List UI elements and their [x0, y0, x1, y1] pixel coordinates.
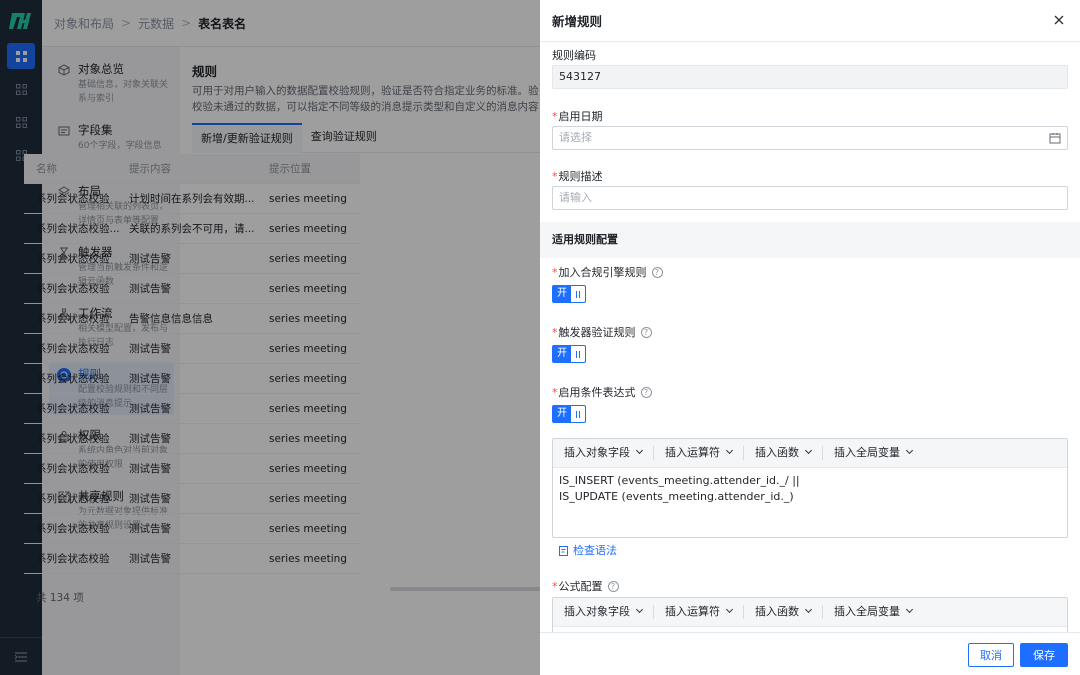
insert-field-dropdown[interactable]: 插入对象字段 — [553, 446, 654, 460]
check-syntax-link[interactable]: 检查语法 — [558, 542, 617, 558]
insert-function-label: 插入函数 — [755, 605, 799, 618]
editor-toolbar: 插入对象字段 插入运算符 插入函数 插入全局变量 — [553, 439, 1067, 468]
check-syntax-label: 检查语法 — [573, 544, 617, 557]
drawer-footer: 取消 保存 — [540, 632, 1080, 675]
insert-function-dropdown[interactable]: 插入函数 — [744, 605, 823, 619]
help-icon[interactable]: ? — [640, 327, 652, 338]
toggle-knob-icon — [571, 346, 585, 362]
insert-operator-label: 插入运算符 — [665, 605, 720, 618]
start-date-placeholder: 请选择 — [559, 131, 592, 144]
chevron-down-icon — [905, 446, 914, 455]
trigger-validation-toggle[interactable]: 开 — [552, 345, 586, 363]
drawer-header: 新增规则 — [540, 0, 1080, 42]
insert-global-var-dropdown[interactable]: 插入全局变量 — [823, 446, 923, 460]
insert-global-var-label: 插入全局变量 — [834, 605, 900, 618]
rule-desc-placeholder: 请输入 — [559, 191, 592, 204]
start-date-picker[interactable]: 请选择 — [552, 126, 1068, 150]
rule-code-label: 规则编码 — [552, 49, 596, 62]
editor-toolbar: 插入对象字段 插入运算符 插入函数 插入全局变量 — [553, 598, 1067, 627]
app-window: 对象和布局 > 元数据 > 表名表名 对象总览 基础信息，对象关联关系与索引 字… — [0, 0, 1080, 675]
toggle-knob-icon — [571, 286, 585, 302]
help-icon[interactable]: ? — [651, 267, 663, 278]
chevron-down-icon — [804, 605, 813, 614]
chevron-down-icon — [725, 446, 734, 455]
insert-field-dropdown[interactable]: 插入对象字段 — [553, 605, 654, 619]
insert-field-label: 插入对象字段 — [564, 605, 630, 618]
compliance-engine-toggle[interactable]: 开 — [552, 285, 586, 303]
toggle-on-text: 开 — [553, 286, 571, 302]
insert-operator-dropdown[interactable]: 插入运算符 — [654, 446, 744, 460]
trigger-toggle-label: *触发器验证规则? — [552, 324, 652, 340]
formula-label: *公式配置? — [552, 578, 619, 594]
insert-operator-label: 插入运算符 — [665, 446, 720, 459]
expression-text[interactable]: IS_INSERT (events_meeting.attender_id._/… — [553, 468, 1067, 510]
insert-field-label: 插入对象字段 — [564, 446, 630, 459]
toggle-knob-icon — [571, 406, 585, 422]
condition-expression-editor[interactable]: 插入对象字段 插入运算符 插入函数 插入全局变量 IS_INSERT (even… — [552, 438, 1068, 538]
condition-toggle-label: *启用条件表达式? — [552, 384, 652, 400]
help-icon[interactable]: ? — [640, 387, 652, 398]
rule-desc-input[interactable]: 请输入 — [552, 186, 1068, 210]
calendar-icon — [1049, 133, 1061, 144]
condition-expression-toggle[interactable]: 开 — [552, 405, 586, 423]
drawer-title: 新增规则 — [552, 14, 603, 29]
expression-line: IS_UPDATE (events_meeting.attender_id._) — [559, 490, 794, 503]
cancel-button[interactable]: 取消 — [968, 643, 1014, 667]
modal-overlay[interactable] — [0, 0, 540, 675]
rule-desc-label: *规则描述 — [552, 170, 603, 183]
chevron-down-icon — [804, 446, 813, 455]
chevron-down-icon — [635, 446, 644, 455]
close-icon[interactable] — [1052, 13, 1066, 27]
expression-line: IS_INSERT (events_meeting.attender_id._/… — [559, 474, 800, 487]
chevron-down-icon — [635, 605, 644, 614]
insert-global-var-dropdown[interactable]: 插入全局变量 — [823, 605, 923, 619]
toggle-on-text: 开 — [553, 346, 571, 362]
insert-global-var-label: 插入全局变量 — [834, 446, 900, 459]
formula-label-text: 公式配置 — [558, 580, 603, 593]
start-date-label-text: 启用日期 — [558, 110, 603, 123]
clipboard-icon — [559, 545, 568, 556]
save-button[interactable]: 保存 — [1020, 643, 1068, 667]
insert-function-dropdown[interactable]: 插入函数 — [744, 446, 823, 460]
start-date-label: *启用日期 — [552, 110, 603, 123]
chevron-down-icon — [905, 605, 914, 614]
rule-code-field: 543127 — [552, 65, 1068, 89]
section-title: 适用规则配置 — [540, 222, 1080, 258]
toggle-on-text: 开 — [553, 406, 571, 422]
insert-function-label: 插入函数 — [755, 446, 799, 459]
compliance-toggle-label-text: 加入合规引擎规则 — [558, 266, 647, 279]
condition-toggle-label-text: 启用条件表达式 — [558, 386, 636, 399]
chevron-down-icon — [725, 605, 734, 614]
rule-desc-label-text: 规则描述 — [558, 170, 603, 183]
new-rule-drawer: 新增规则 规则编码 543127 *启用日期 请选择 *规则描述 请输入 适用规… — [540, 0, 1080, 675]
trigger-toggle-label-text: 触发器验证规则 — [558, 326, 636, 339]
compliance-toggle-label: *加入合规引擎规则? — [552, 264, 663, 280]
help-icon[interactable]: ? — [607, 581, 619, 592]
insert-operator-dropdown[interactable]: 插入运算符 — [654, 605, 744, 619]
